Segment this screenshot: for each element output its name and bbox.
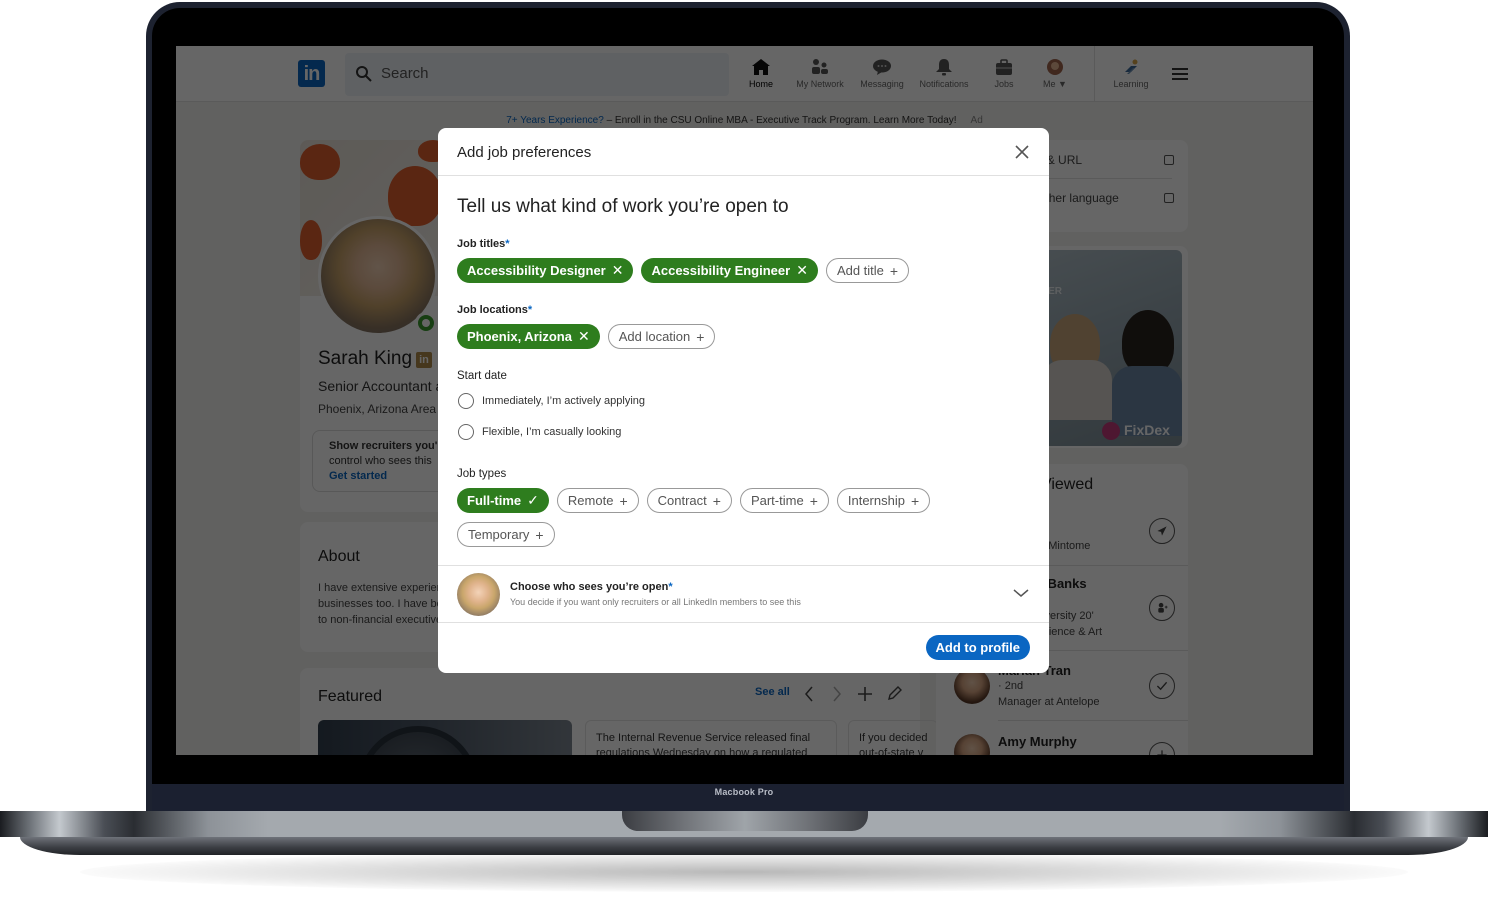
plus-icon: + xyxy=(809,492,818,509)
add-location-button[interactable]: Add location + xyxy=(607,324,716,349)
visibility-subtitle: You decide if you want only recruiters o… xyxy=(510,597,801,607)
avatar xyxy=(457,573,500,616)
add-to-profile-button[interactable]: Add to profile xyxy=(925,635,1030,660)
job-preferences-modal: Add job preferences Tell us what kind of… xyxy=(438,128,1049,673)
laptop-base-bottom xyxy=(20,837,1468,855)
modal-title: Add job preferences xyxy=(457,144,592,161)
job-title-pill[interactable]: Accessibility Engineer ✕ xyxy=(641,258,818,283)
plus-icon: + xyxy=(535,526,544,543)
screen: in Search Home My Network Messaging Noti… xyxy=(176,46,1313,755)
plus-icon: + xyxy=(889,262,899,279)
job-type-full-time[interactable]: Full-time ✓ xyxy=(457,488,549,513)
plus-icon: + xyxy=(910,492,920,509)
job-type-remote[interactable]: Remote + xyxy=(556,488,639,513)
job-type-contract[interactable]: Contract + xyxy=(646,488,732,513)
device-label: Macbook Pro xyxy=(714,787,774,797)
radio-circle xyxy=(458,393,474,409)
visibility-title: Choose who sees you’re open* xyxy=(510,581,673,593)
job-types-pills: Full-time ✓ Remote + Contract + Part-time + … xyxy=(457,488,977,547)
job-locations-label: Job locations* xyxy=(457,304,533,316)
start-date-label: Start date xyxy=(457,370,507,382)
add-title-button[interactable]: Add title + xyxy=(825,258,910,283)
modal-header: Add job preferences xyxy=(438,128,1049,176)
visibility-selector[interactable]: Choose who sees you’re open* You decide … xyxy=(438,565,1049,623)
job-type-part-time[interactable]: Part-time + xyxy=(739,488,829,513)
job-titles-label: Job titles* xyxy=(457,238,510,250)
close-icon[interactable] xyxy=(1014,144,1030,160)
job-locations-pills: Phoenix, Arizona ✕ Add location + xyxy=(457,324,977,349)
job-titles-pills: Accessibility Designer ✕ Accessibility En… xyxy=(457,258,977,283)
chevron-down-icon[interactable] xyxy=(1013,588,1029,598)
modal-heading: Tell us what kind of work you’re open to xyxy=(457,196,789,217)
plus-icon: + xyxy=(696,328,705,345)
start-immediately-radio[interactable]: Immediately, I’m actively applying xyxy=(458,393,645,409)
plus-icon: + xyxy=(619,492,628,509)
stage: Macbook Pro in Search Home My Network Me… xyxy=(0,0,1488,906)
location-pill[interactable]: Phoenix, Arizona ✕ xyxy=(457,324,600,349)
job-title-pill[interactable]: Accessibility Designer ✕ xyxy=(457,258,634,283)
plus-icon: + xyxy=(712,492,721,509)
remove-icon: ✕ xyxy=(577,328,590,344)
laptop-notch xyxy=(622,811,868,831)
radio-circle xyxy=(458,424,474,440)
check-icon: ✓ xyxy=(527,492,539,508)
job-type-internship[interactable]: Internship + xyxy=(836,488,931,513)
remove-icon: ✕ xyxy=(611,262,624,278)
job-types-label: Job types xyxy=(457,468,507,480)
job-type-temporary[interactable]: Temporary + xyxy=(457,522,555,547)
start-flexible-radio[interactable]: Flexible, I’m casually looking xyxy=(458,424,621,440)
remove-icon: ✕ xyxy=(796,262,808,278)
laptop-shadow xyxy=(80,852,1408,892)
